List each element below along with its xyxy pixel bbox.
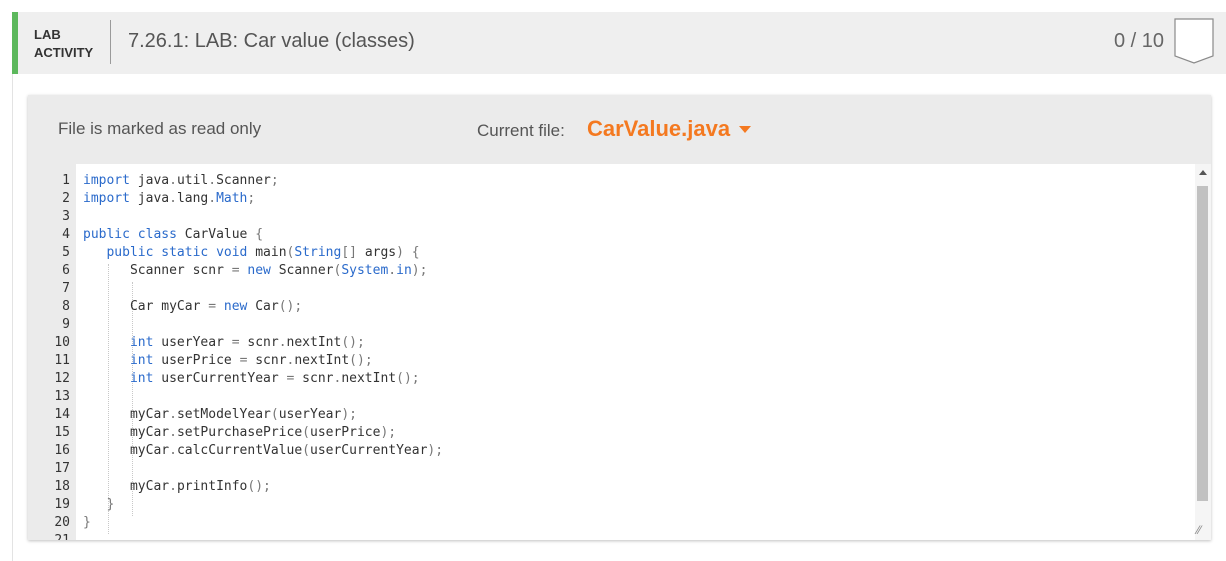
line-number: 11 <box>54 353 70 368</box>
code-line[interactable]: 16 myCar.calcCurrentValue(userCurrentYea… <box>28 442 1195 460</box>
code-line[interactable]: 3 <box>28 208 1195 226</box>
code-text: Car myCar = new Car(); <box>129 299 303 314</box>
lab-tag-line2: ACTIVITY <box>34 45 94 60</box>
line-number: 13 <box>54 389 70 404</box>
code-text: import java.lang.Math; <box>83 191 256 206</box>
vertical-scrollbar[interactable] <box>1195 164 1211 540</box>
code-text: Scanner scnr = new Scanner(System.in); <box>129 263 428 278</box>
code-line[interactable]: 12 int userCurrentYear = scnr.nextInt(); <box>28 370 1195 388</box>
scrollbar-thumb[interactable] <box>1197 186 1208 501</box>
read-only-notice: File is marked as read only <box>58 119 262 138</box>
code-text: } <box>106 497 115 512</box>
code-line[interactable]: 1 import java.util.Scanner; <box>28 172 1195 190</box>
lab-activity-tag: LAB ACTIVITY <box>34 26 93 62</box>
score-text: 0 / 10 <box>1113 30 1164 52</box>
code-line[interactable]: 17 <box>28 460 1195 478</box>
current-file-dropdown[interactable]: CarValue.java <box>587 116 730 142</box>
code-line[interactable]: 10 int userYear = scnr.nextInt(); <box>28 334 1195 352</box>
code-text: int userCurrentYear = scnr.nextInt(); <box>129 371 420 386</box>
code-text: } <box>83 515 91 530</box>
line-number: 2 <box>62 191 70 206</box>
line-number: 19 <box>54 497 70 512</box>
line-number: 14 <box>54 407 70 422</box>
line-number: 6 <box>62 263 70 278</box>
code-text: myCar.printInfo(); <box>129 479 271 494</box>
code-line[interactable]: 20} <box>28 514 1195 532</box>
line-number: 7 <box>62 281 70 296</box>
completion-badge-icon <box>1174 18 1214 64</box>
code-line[interactable]: 18 myCar.printInfo(); <box>28 478 1195 496</box>
code-line[interactable]: 2 import java.lang.Math; <box>28 190 1195 208</box>
lab-header: LAB ACTIVITY 7.26.1: LAB: Car value (cla… <box>12 12 1226 74</box>
line-number: 16 <box>54 443 70 458</box>
code-line[interactable]: 14 myCar.setModelYear(userYear); <box>28 406 1195 424</box>
line-number: 20 <box>54 515 70 530</box>
left-rule <box>12 74 13 561</box>
line-number: 1 <box>62 173 70 188</box>
line-number: 8 <box>62 299 70 314</box>
editor-panel: File is marked as read only Current file… <box>28 95 1211 540</box>
line-number: 4 <box>62 227 70 242</box>
lab-tag-line1: LAB <box>34 27 61 42</box>
line-number: 5 <box>62 245 70 260</box>
code-text: myCar.setPurchasePrice(userPrice); <box>129 425 397 440</box>
code-text: int userPrice = scnr.nextInt(); <box>129 353 373 368</box>
code-line[interactable]: 13 <box>28 388 1195 406</box>
line-number: 15 <box>54 425 70 440</box>
activity-title: 7.26.1: LAB: Car value (classes) <box>128 30 415 52</box>
code-line[interactable]: 6 Scanner scnr = new Scanner(System.in); <box>28 262 1195 280</box>
line-number: 10 <box>54 335 70 350</box>
code-text: myCar.setModelYear(userYear); <box>129 407 357 422</box>
code-text: public class CarValue { <box>83 227 264 242</box>
dropdown-caret-icon[interactable] <box>739 126 751 133</box>
code-line[interactable]: 5 public static void main(String[] args)… <box>28 244 1195 262</box>
code-line[interactable]: 15 myCar.setPurchasePrice(userPrice); <box>28 424 1195 442</box>
code-text: myCar.calcCurrentValue(userCurrentYear); <box>129 443 444 458</box>
code-line[interactable]: 11 int userPrice = scnr.nextInt(); <box>28 352 1195 370</box>
code-line[interactable]: 21 <box>28 532 1195 540</box>
code-line[interactable]: 19 } <box>28 496 1195 514</box>
resize-handle-icon[interactable]: ⁄⁄ <box>1197 524 1209 536</box>
code-line[interactable]: 4 public class CarValue { <box>28 226 1195 244</box>
code-line[interactable]: 9 <box>28 316 1195 334</box>
scroll-up-arrow-icon[interactable] <box>1199 170 1207 175</box>
current-file-label: Current file: <box>477 121 565 140</box>
line-number: 3 <box>62 209 70 224</box>
code-text: import java.util.Scanner; <box>83 173 279 188</box>
code-text: int userYear = scnr.nextInt(); <box>129 335 365 350</box>
code-line[interactable]: 8 Car myCar = new Car(); <box>28 298 1195 316</box>
code-editor[interactable]: 1 import java.util.Scanner; 2 import java.l… <box>28 164 1211 540</box>
line-number: 21 <box>28 532 70 540</box>
line-number: 9 <box>62 317 70 332</box>
line-number: 17 <box>54 461 70 476</box>
code-lines[interactable]: 1 import java.util.Scanner; 2 import java.l… <box>28 172 1195 540</box>
code-line[interactable]: 7 <box>28 280 1195 298</box>
line-number: 18 <box>54 479 70 494</box>
header-divider <box>110 20 111 64</box>
line-number: 12 <box>54 371 70 386</box>
code-text: public static void main(String[] args) { <box>106 245 420 260</box>
